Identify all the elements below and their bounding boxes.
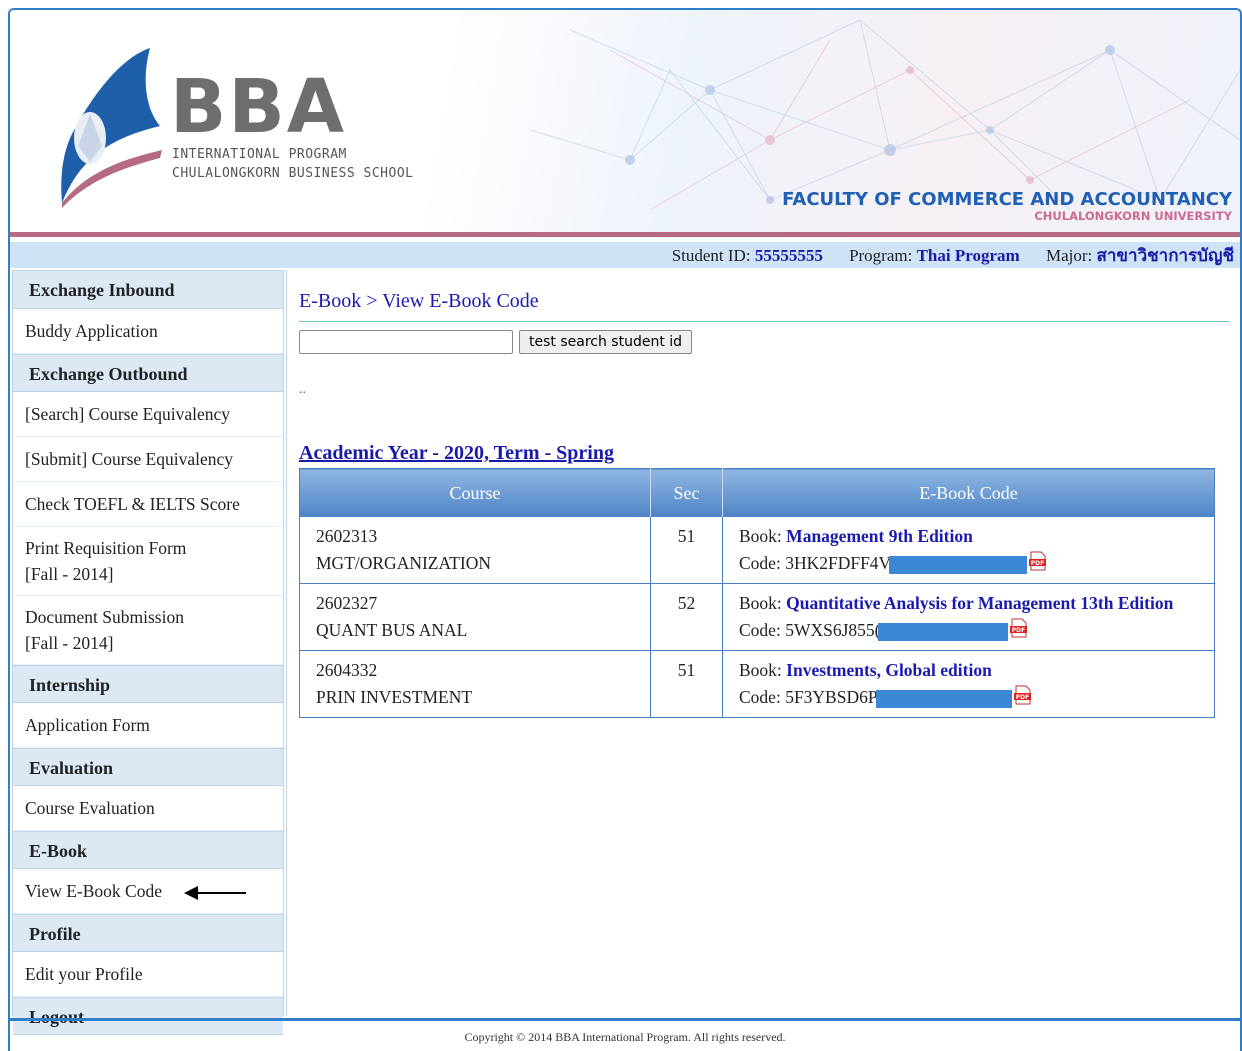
program-value: Thai Program [916, 246, 1020, 265]
code-label: Code: [739, 687, 781, 707]
course-cell: 2602313 MGT/ORGANIZATION [299, 517, 651, 584]
sidebar-item-buddy-application[interactable]: Buddy Application [13, 309, 283, 354]
book-title-link[interactable]: Management 9th Edition [786, 526, 973, 546]
course-name: QUANT BUS ANAL [316, 620, 468, 640]
header-banner: BBA INTERNATIONAL PROGRAM CHULALONGKORN … [10, 10, 1240, 238]
sidebar-item-edit-profile[interactable]: Edit your Profile [13, 952, 283, 997]
university-emblem-icon [61, 48, 162, 208]
pdf-icon[interactable]: PDF [1029, 551, 1047, 571]
course-cell: 2604332 PRIN INVESTMENT [299, 650, 651, 718]
book-label: Book: [739, 593, 782, 613]
ebook-cell: Book: Management 9th Edition Code: 3HK2F… [722, 517, 1215, 584]
arrow-left-icon [183, 885, 246, 900]
sidebar-item-print-requisition[interactable]: Print Requisition Form [Fall - 2014] [13, 527, 283, 596]
ebook-code: 5WXS6J855( [785, 620, 881, 640]
redaction-bar [875, 689, 1012, 708]
sidebar-item-view-ebook-code[interactable]: View E-Book Code [13, 869, 283, 914]
student-id-value: 55555555 [754, 246, 823, 265]
column-header-course: Course [299, 468, 651, 517]
banner-stripe [10, 232, 1240, 237]
university-name: CHULALONGKORN UNIVERSITY [1034, 209, 1232, 223]
sidebar-nav: Exchange Inbound Buddy Application Excha… [12, 270, 284, 1035]
ebook-cell: Book: Quantitative Analysis for Manageme… [722, 583, 1215, 651]
book-title-link[interactable]: Quantitative Analysis for Management 13t… [786, 593, 1173, 613]
sidebar-section-profile: Profile [13, 914, 283, 952]
book-label: Book: [739, 526, 782, 546]
sidebar-item-label: Print Requisition Form [25, 538, 187, 558]
svg-text:PDF: PDF [1012, 627, 1025, 634]
redaction-bar [889, 555, 1028, 574]
code-label: Code: [739, 553, 781, 573]
program-label: Program: [849, 246, 913, 265]
sidebar-item-search-course-equivalency[interactable]: [Search] Course Equivalency [13, 392, 283, 437]
sidebar-section-exchange-outbound: Exchange Outbound [13, 354, 283, 392]
student-id-search-input[interactable] [299, 330, 513, 354]
footer-divider [10, 1018, 1240, 1021]
section-cell: 52 [650, 583, 723, 651]
student-id-label: Student ID: [671, 246, 751, 265]
sidebar-item-term: [Fall - 2014] [25, 633, 114, 653]
ebook-table: Course Sec E-Book Code 2602313 MGT/ORGAN… [299, 468, 1215, 718]
course-name: PRIN INVESTMENT [316, 687, 473, 707]
course-code: 2604332 [316, 660, 378, 680]
major-label: Major: [1045, 246, 1093, 265]
main-content: E-Book > View E-Book Code test search st… [286, 270, 1240, 1016]
faculty-name: FACULTY OF COMMERCE AND ACCOUNTANCY [782, 189, 1232, 210]
logo-subtitle-1: INTERNATIONAL PROGRAM [172, 147, 347, 162]
bba-logo-text: BBA [170, 64, 347, 150]
table-row: 2602327 QUANT BUS ANAL 52 Book: Quantita… [299, 583, 1215, 651]
redaction-bar [878, 622, 1009, 641]
ebook-code: 3HK2FDFF4V [785, 553, 892, 573]
ebook-cell: Book: Investments, Global edition Code: … [722, 650, 1215, 718]
column-header-ebook-code: E-Book Code [722, 468, 1215, 517]
book-label: Book: [739, 660, 782, 680]
footer-copyright: Copyright © 2014 BBA International Progr… [464, 1030, 786, 1044]
pdf-icon[interactable]: PDF [1013, 685, 1032, 705]
sidebar-item-term: [Fall - 2014] [25, 564, 114, 584]
code-label: Code: [739, 620, 781, 640]
course-code: 2602313 [316, 526, 378, 546]
student-info-bar: Student ID: 55555555 Program: Thai Progr… [10, 242, 1240, 268]
book-title-link[interactable]: Investments, Global edition [786, 660, 992, 680]
sidebar-item-label: Document Submission [25, 607, 184, 627]
test-search-button[interactable]: test search student id [519, 330, 693, 354]
table-header-row: Course Sec E-Book Code [299, 468, 1215, 517]
sidebar-section-ebook: E-Book [13, 831, 283, 869]
sidebar-item-application-form[interactable]: Application Form [13, 703, 283, 748]
table-row: 2604332 PRIN INVESTMENT 51 Book: Investm… [299, 650, 1215, 718]
course-code: 2602327 [316, 593, 378, 613]
column-header-sec: Sec [650, 468, 723, 517]
course-name: MGT/ORGANIZATION [316, 553, 491, 573]
svg-text:PDF: PDF [1031, 560, 1044, 567]
breadcrumb: E-Book > View E-Book Code [299, 290, 1229, 322]
course-cell: 2602327 QUANT BUS ANAL [299, 583, 651, 651]
sidebar-item-label: View E-Book Code [25, 881, 162, 901]
status-dots: .. [299, 382, 306, 397]
logo-subtitle-2: CHULALONGKORN BUSINESS SCHOOL [172, 166, 414, 181]
sidebar-item-submit-course-equivalency[interactable]: [Submit] Course Equivalency [13, 437, 283, 482]
page-frame: BBA INTERNATIONAL PROGRAM CHULALONGKORN … [8, 8, 1242, 1051]
sidebar-item-document-submission[interactable]: Document Submission [Fall - 2014] [13, 596, 283, 665]
sidebar-section-internship: Internship [13, 665, 283, 703]
pdf-icon[interactable]: PDF [1010, 618, 1028, 638]
sidebar-section-evaluation: Evaluation [13, 748, 283, 786]
academic-year-title[interactable]: Academic Year - 2020, Term - Spring [299, 442, 614, 465]
svg-text:PDF: PDF [1015, 694, 1028, 701]
major-value: สาขาวิชาการบัญชี [1096, 246, 1234, 265]
sidebar-item-course-evaluation[interactable]: Course Evaluation [13, 786, 283, 831]
section-cell: 51 [650, 517, 723, 584]
sidebar-section-exchange-inbound: Exchange Inbound [13, 271, 283, 309]
table-row: 2602313 MGT/ORGANIZATION 51 Book: Manage… [299, 517, 1215, 584]
section-cell: 51 [650, 650, 723, 718]
ebook-code: 5F3YBSD6P [785, 687, 878, 707]
sidebar-item-check-toefl[interactable]: Check TOEFL & IELTS Score [13, 482, 283, 527]
faculty-title: FACULTY OF COMMERCE AND ACCOUNTANCY CHUL… [782, 190, 1232, 223]
